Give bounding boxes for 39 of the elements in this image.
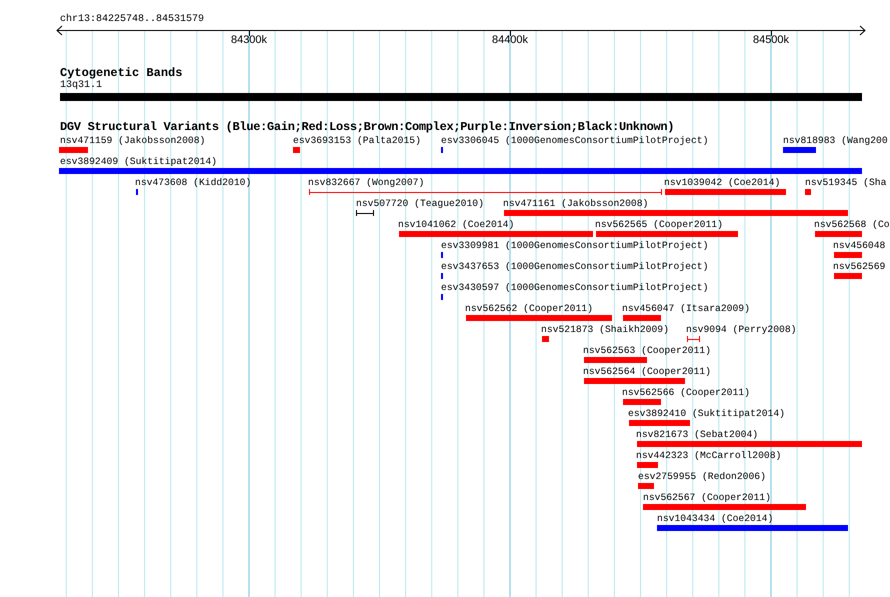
variant-label: nsv456047 (Itsara2009) — [622, 303, 750, 314]
variant-label: nsv821673 (Sebat2004) — [636, 429, 758, 440]
variant-label: nsv471161 (Jakobsson2008) — [503, 198, 648, 209]
variant-label: nsv519345 (Sha — [805, 177, 886, 188]
variant-label: nsv471159 (Jakobsson2008) — [60, 135, 206, 146]
variant-label: nsv521873 (Shaikh2009) — [541, 324, 669, 335]
variant-label: nsv562563 (Cooper2011) — [583, 345, 711, 356]
variant-label: esv3306045 (1000GenomesConsortiumPilotProject) — [441, 135, 708, 146]
variant-label: nsv818983 (Wang200 — [783, 135, 888, 146]
variant-label: nsv562562 (Cooper2011) — [465, 303, 593, 314]
track-title: DGV Structural Variants (Blue:Gain;Red:Loss;Brown:Complex;Purple:Inversion;Black:Unknown) — [60, 120, 674, 134]
variant-label: nsv562569 — [833, 261, 886, 272]
variant-label: esv3430597 (1000GenomesConsortiumPilotProject) — [441, 282, 708, 293]
variant-label: nsv832667 (Wong2007) — [308, 177, 424, 188]
location-label: chr13:84225748..84531579 — [60, 14, 204, 26]
variant-label: nsv562568 (Co — [814, 219, 890, 230]
variant-label: nsv562567 (Cooper2011) — [643, 492, 771, 503]
variant-label: nsv456048 — [833, 240, 886, 251]
tick-label: 84400k — [492, 34, 528, 47]
variant-label: nsv442323 (McCarroll2008) — [636, 450, 782, 461]
band-label: 13q31.1 — [60, 80, 102, 92]
variant-label: nsv1039042 (Coe2014) — [664, 177, 780, 188]
variant-label: esv3892409 (Suktitipat2014) — [60, 156, 217, 167]
variant-label: nsv562565 (Cooper2011) — [595, 219, 723, 230]
variant-label: nsv473608 (Kidd2010) — [135, 177, 252, 188]
variant-label: nsv507720 (Teague2010) — [356, 198, 484, 209]
variant-label: nsv562566 (Cooper2011) — [622, 387, 750, 398]
variant-label: esv3437653 (1000GenomesConsortiumPilotProject) — [441, 261, 708, 272]
variant-label: esv3693153 (Palta2015) — [293, 135, 421, 146]
tick-label: 84300k — [230, 34, 268, 47]
variant-label: esv2759955 (Redon2006) — [638, 471, 766, 482]
variant-label: esv3309981 (1000GenomesConsortiumPilotProject) — [441, 240, 708, 251]
variant-label: nsv1041062 (Coe2014) — [398, 219, 514, 230]
track-title: Cytogenetic Bands — [60, 66, 182, 80]
variant-label: nsv1043434 (Coe2014) — [657, 513, 774, 524]
tick-label: 84500k — [752, 34, 790, 47]
variant-label: esv3892410 (Suktitipat2014) — [628, 408, 785, 419]
variant-label: nsv562564 (Cooper2011) — [583, 366, 711, 377]
variant-label: nsv9094 (Perry2008) — [686, 324, 796, 335]
